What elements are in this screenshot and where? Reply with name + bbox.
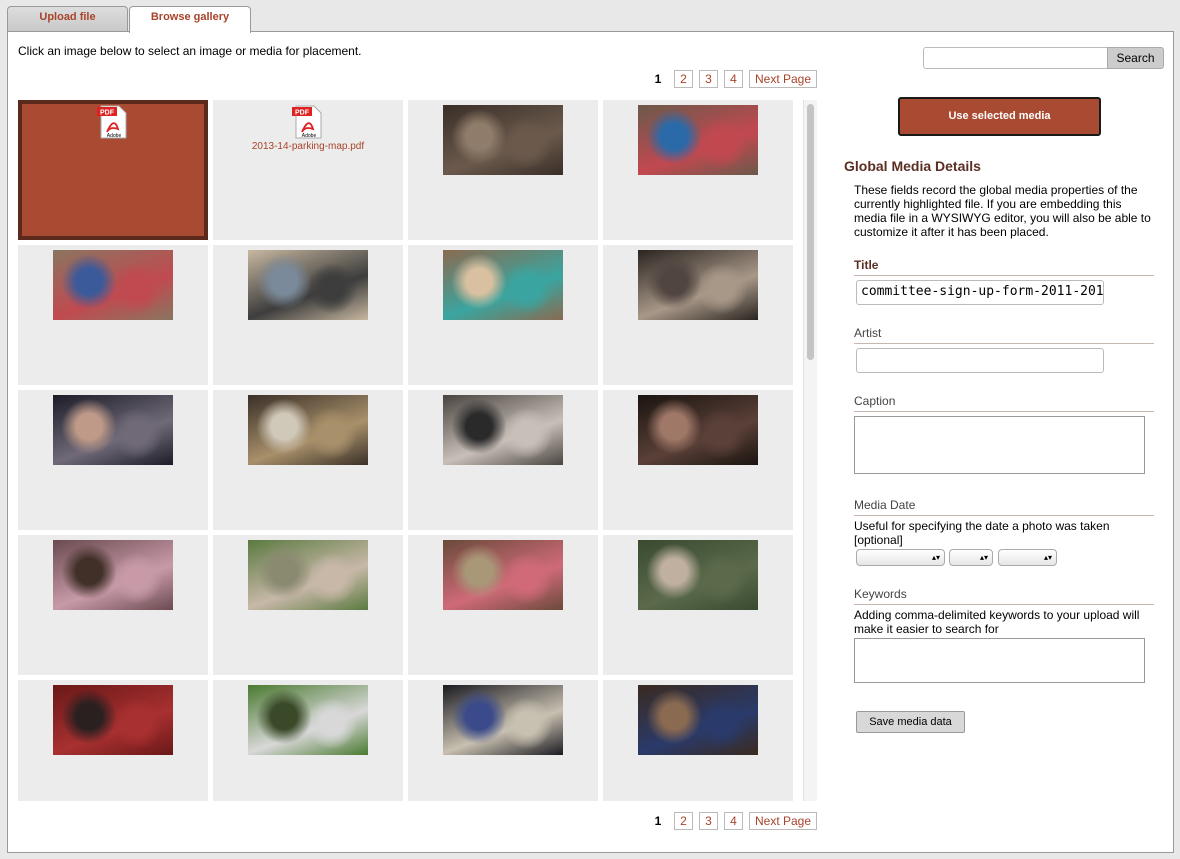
instructions-text: Click an image below to select an image … bbox=[18, 44, 362, 58]
photo-thumbnail bbox=[248, 250, 368, 320]
page-link-4[interactable]: 4 bbox=[724, 812, 743, 830]
gallery-scrollbar[interactable] bbox=[803, 100, 817, 801]
gallery-item-photo[interactable] bbox=[213, 390, 403, 530]
details-heading: Global Media Details bbox=[844, 158, 981, 174]
keywords-textarea[interactable] bbox=[854, 638, 1145, 683]
day-select[interactable]: ▴▾ bbox=[949, 549, 993, 566]
page-link-2[interactable]: 2 bbox=[674, 70, 693, 88]
svg-text:PDF: PDF bbox=[295, 110, 310, 117]
gallery-item-photo[interactable] bbox=[408, 390, 598, 530]
page-link-3[interactable]: 3 bbox=[699, 812, 718, 830]
tab-upload-file[interactable]: Upload file bbox=[7, 6, 128, 32]
photo-thumbnail bbox=[53, 540, 173, 610]
pagination-bottom: 1 2 3 4 Next Page bbox=[648, 812, 818, 830]
gallery-item-photo[interactable] bbox=[603, 245, 793, 385]
gallery-item-photo[interactable] bbox=[213, 680, 403, 801]
gallery-item-pdf[interactable]: PDF Adobe 2013-14-parking-map.pdf bbox=[213, 100, 403, 240]
search-input[interactable] bbox=[923, 47, 1108, 69]
gallery-item-photo[interactable] bbox=[18, 680, 208, 801]
photo-thumbnail bbox=[53, 685, 173, 755]
next-page-link[interactable]: Next Page bbox=[749, 812, 818, 830]
media-date-label: Media Date bbox=[854, 498, 1154, 516]
keywords-hint: Adding comma-delimited keywords to your … bbox=[854, 608, 1140, 636]
page-link-2[interactable]: 2 bbox=[674, 812, 693, 830]
gallery-item-photo[interactable] bbox=[408, 535, 598, 675]
photo-thumbnail bbox=[53, 395, 173, 465]
gallery-item-photo[interactable] bbox=[18, 535, 208, 675]
month-select[interactable]: ▴▾ bbox=[856, 549, 945, 566]
photo-thumbnail bbox=[248, 540, 368, 610]
gallery-item-photo[interactable] bbox=[408, 680, 598, 801]
gallery-item-photo[interactable] bbox=[408, 245, 598, 385]
page-link-3[interactable]: 3 bbox=[699, 70, 718, 88]
photo-thumbnail bbox=[443, 540, 563, 610]
media-date-hint: Useful for specifying the date a photo w… bbox=[854, 519, 1110, 547]
current-page: 1 bbox=[654, 72, 662, 86]
browse-gallery-panel: Click an image below to select an image … bbox=[7, 31, 1174, 853]
photo-thumbnail bbox=[443, 685, 563, 755]
title-field[interactable]: committee-sign-up-form-2011-2012 bbox=[856, 280, 1104, 305]
photo-thumbnail bbox=[638, 105, 758, 175]
keywords-label: Keywords bbox=[854, 587, 1154, 605]
photo-thumbnail bbox=[638, 540, 758, 610]
gallery-item-photo[interactable] bbox=[603, 100, 793, 240]
pagination-top: 1 2 3 4 Next Page bbox=[648, 70, 818, 88]
gallery-item-photo[interactable] bbox=[603, 535, 793, 675]
title-label: Title bbox=[854, 258, 1154, 276]
artist-label: Artist bbox=[854, 326, 1154, 344]
photo-thumbnail bbox=[443, 395, 563, 465]
year-select[interactable]: ▴▾ bbox=[998, 549, 1057, 566]
gallery-item-photo[interactable] bbox=[603, 680, 793, 801]
artist-field[interactable] bbox=[856, 348, 1104, 373]
photo-thumbnail bbox=[53, 250, 173, 320]
photo-thumbnail bbox=[443, 105, 563, 175]
details-description: These fields record the global media pro… bbox=[854, 183, 1151, 239]
photo-thumbnail bbox=[638, 250, 758, 320]
photo-thumbnail bbox=[248, 395, 368, 465]
gallery-item-pdf[interactable]: PDF Adobe bbox=[18, 100, 208, 240]
photo-thumbnail bbox=[638, 395, 758, 465]
file-name: 2013-14-parking-map.pdf bbox=[251, 141, 365, 152]
photo-thumbnail bbox=[248, 685, 368, 755]
svg-text:Adobe: Adobe bbox=[107, 133, 122, 139]
search-button[interactable]: Search bbox=[1107, 47, 1164, 69]
gallery-item-photo[interactable] bbox=[213, 535, 403, 675]
gallery-item-photo[interactable] bbox=[18, 245, 208, 385]
page-link-4[interactable]: 4 bbox=[724, 70, 743, 88]
pdf-icon: PDF Adobe bbox=[97, 105, 129, 139]
photo-thumbnail bbox=[443, 250, 563, 320]
pdf-icon: PDF Adobe bbox=[292, 105, 324, 139]
gallery-item-photo[interactable] bbox=[408, 100, 598, 240]
tab-browse-gallery[interactable]: Browse gallery bbox=[129, 6, 251, 33]
gallery-item-photo[interactable] bbox=[603, 390, 793, 530]
media-gallery-grid: PDF Adobe PDF Adobe 2013-14-parking-map.pdf bbox=[18, 100, 794, 801]
next-page-link[interactable]: Next Page bbox=[749, 70, 818, 88]
svg-text:PDF: PDF bbox=[100, 110, 115, 117]
caption-textarea[interactable] bbox=[854, 416, 1145, 474]
gallery-item-photo[interactable] bbox=[18, 390, 208, 530]
gallery-item-photo[interactable] bbox=[213, 245, 403, 385]
svg-text:Adobe: Adobe bbox=[302, 133, 317, 139]
photo-thumbnail bbox=[638, 685, 758, 755]
use-selected-media-button[interactable]: Use selected media bbox=[898, 97, 1101, 136]
save-media-data-button[interactable]: Save media data bbox=[856, 711, 965, 733]
scrollbar-thumb[interactable] bbox=[807, 104, 814, 360]
caption-label: Caption bbox=[854, 394, 1154, 412]
current-page: 1 bbox=[654, 814, 662, 828]
